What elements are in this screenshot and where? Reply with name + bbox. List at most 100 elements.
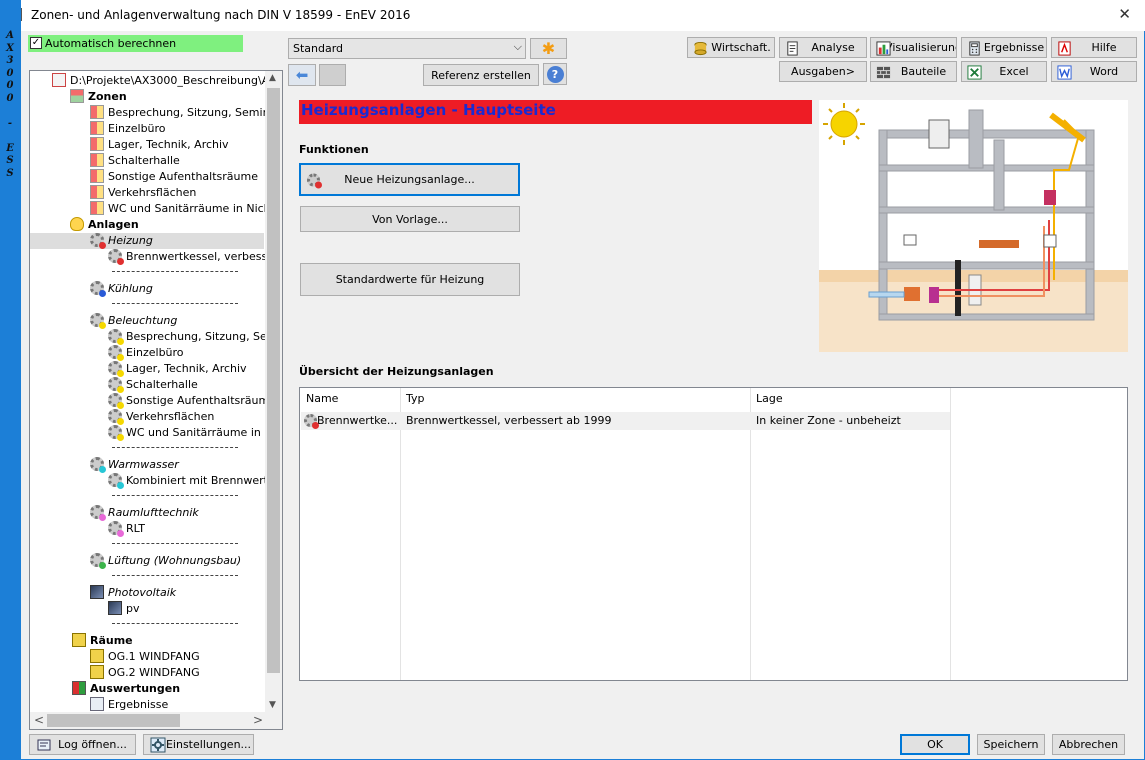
info-button[interactable]: ? [543, 63, 567, 85]
forward-button[interactable] [319, 64, 346, 86]
zone-group-icon [70, 89, 84, 103]
zone-icon [90, 105, 104, 119]
open-log-button[interactable]: Log öffnen... [29, 734, 136, 755]
profile-select[interactable]: Standard ⌵ [288, 38, 526, 59]
tree-separator [112, 543, 238, 544]
favorite-button[interactable]: ✱ [530, 38, 567, 59]
heating-gear-icon [108, 249, 124, 265]
back-button[interactable]: ⬅ [288, 64, 316, 86]
tree-node-auswertungen[interactable]: Auswertungen [72, 681, 180, 697]
tree-node-photovoltaik[interactable]: Photovoltaik [90, 585, 176, 601]
tree-node-anlagen[interactable]: Anlagen [70, 217, 139, 233]
tree-vertical-scrollbar[interactable]: ▲ ▼ [265, 71, 282, 712]
tree-item-label: Kombiniert mit Brennwertkes [126, 474, 283, 487]
solar-panel-icon [108, 601, 122, 615]
tree-item[interactable]: Lager, Technik, Archiv [108, 361, 247, 377]
tree-item[interactable]: Schalterhalle [108, 377, 198, 393]
excel-button[interactable]: Excel [961, 61, 1047, 82]
tree-item[interactable]: WC und Sanitärräume in Nichtwo [90, 201, 283, 217]
tree-node-kuehlung[interactable]: Kühlung [90, 281, 153, 297]
tree-node-raeume[interactable]: Räume [72, 633, 133, 649]
tree-item[interactable]: Sonstige Aufenthaltsräume [90, 169, 258, 185]
tree-item[interactable]: RLT [108, 521, 145, 537]
building-illustration [819, 100, 1128, 352]
tree-node-raumlufttechnik[interactable]: Raumlufttechnik [90, 505, 199, 521]
auto-calc-checkbox[interactable]: ✓ Automatisch berechnen [28, 35, 243, 52]
tree-root[interactable]: D:\Projekte\AX3000_Beschreibung\Anla [52, 73, 282, 89]
window-title: Zonen- und Anlagenverwaltung nach DIN V … [31, 8, 411, 22]
tree-item[interactable]: Sonstige Aufenthaltsräume [108, 393, 276, 409]
tree-item[interactable]: Verkehrsflächen [90, 185, 196, 201]
tree-node-lueftung[interactable]: Lüftung (Wohnungsbau) [90, 553, 241, 569]
tree-item[interactable]: pv [108, 601, 140, 617]
coins-icon [694, 41, 707, 56]
heating-gear-icon [307, 173, 322, 188]
ausgaben-button[interactable]: Ausgaben> [779, 61, 867, 82]
settings-button[interactable]: Einstellungen... [143, 734, 254, 755]
scroll-left-icon[interactable]: < [34, 713, 44, 727]
from-template-button[interactable]: Von Vorlage... [300, 206, 520, 232]
save-button[interactable]: Speichern [977, 734, 1045, 755]
visualisierung-button[interactable]: Visualisierung [870, 37, 957, 58]
tree-item[interactable]: Schalterhalle [90, 153, 180, 169]
tree-separator [112, 623, 238, 624]
tree-item-label: RLT [126, 522, 145, 535]
tree-vertical-scroll-thumb[interactable] [267, 88, 280, 673]
tree-item[interactable]: Kombiniert mit Brennwertkes [108, 473, 283, 489]
tree-item[interactable]: Einzelbüro [108, 345, 184, 361]
tree-horizontal-scroll-thumb[interactable] [47, 714, 180, 727]
defaults-heating-button[interactable]: Standardwerte für Heizung [300, 263, 520, 296]
bauteile-button[interactable]: Bauteile [870, 61, 957, 82]
close-icon[interactable]: ✕ [1118, 5, 1131, 23]
column-header-name[interactable]: Name [300, 388, 400, 410]
project-tree[interactable]: D:\Projekte\AX3000_Beschreibung\Anla Zon… [29, 70, 283, 730]
ergebnisse-label: Ergebnisse [983, 41, 1045, 54]
tree-item[interactable]: Besprechung, Sitzung, Seminar [90, 105, 281, 121]
column-header-lage[interactable]: Lage [750, 388, 950, 410]
tree-node-beleuchtung[interactable]: Beleuchtung [90, 313, 177, 329]
page-title: Heizungsanlagen - Hauptseite [301, 101, 556, 119]
tree-node-warmwasser[interactable]: Warmwasser [90, 457, 179, 473]
lighting-gear-icon [108, 393, 124, 409]
heating-overview-table[interactable]: Name Typ Lage Brennwertke... Brennwertke… [299, 387, 1128, 681]
tree-item[interactable]: Einzelbüro [90, 121, 166, 137]
ergebnisse-button[interactable]: Ergebnisse [961, 37, 1047, 58]
new-heating-button[interactable]: Neue Heizungsanlage... [299, 163, 520, 196]
ok-button[interactable]: OK [900, 734, 970, 755]
tree-horizontal-scrollbar[interactable]: < > [30, 712, 282, 729]
hilfe-button[interactable]: Hilfe [1051, 37, 1137, 58]
overview-heading: Übersicht der Heizungsanlagen [299, 365, 494, 378]
tree-item-label: Schalterhalle [126, 378, 198, 391]
cell-name-text: Brennwertke... [317, 414, 398, 427]
tree-item[interactable]: OG.1 WINDFANG [90, 649, 200, 665]
tree-item[interactable]: OG.2 WINDFANG [90, 665, 200, 681]
scroll-right-icon[interactable]: > [253, 713, 263, 727]
wirtschaft-button[interactable]: Wirtschaft. [687, 37, 775, 58]
tree-node-heizung[interactable]: Heizung [30, 233, 264, 249]
cooling-gear-icon [90, 281, 106, 297]
create-reference-button[interactable]: Referenz erstellen [423, 64, 539, 86]
tree-item[interactable]: Brennwertkessel, verbesser [108, 249, 278, 265]
lighting-gear-icon [108, 329, 124, 345]
functions-heading: Funktionen [299, 143, 369, 156]
tree-item-label: Verkehrsflächen [108, 186, 197, 199]
tree-item-label: Schalterhalle [108, 154, 180, 167]
new-heating-label: Neue Heizungsanlage... [344, 173, 475, 186]
tree-separator [112, 271, 238, 272]
tree-item-label: WC und Sanitärräume in Nichtwo [108, 202, 283, 215]
column-header-typ[interactable]: Typ [400, 388, 750, 410]
tree-item[interactable]: Ergebnisse [90, 697, 168, 713]
tree-node-label: Lüftung (Wohnungsbau) [108, 554, 242, 567]
tree-node-zonen[interactable]: Zonen [70, 89, 127, 105]
tree-item[interactable]: Lager, Technik, Archiv [90, 137, 229, 153]
word-button[interactable]: Word [1051, 61, 1137, 82]
tree-item[interactable]: Verkehrsflächen [108, 409, 214, 425]
tree-item[interactable]: Besprechung, Sitzung, Semir [108, 329, 282, 345]
scroll-down-icon[interactable]: ▼ [269, 700, 276, 710]
solar-panel-icon [90, 585, 104, 599]
star-icon: ✱ [541, 39, 556, 58]
tree-item[interactable]: WC und Sanitärräume in Nich [108, 425, 282, 441]
analyse-button[interactable]: Analyse [779, 37, 867, 58]
cancel-button[interactable]: Abbrechen [1052, 734, 1125, 755]
scroll-up-icon[interactable]: ▲ [269, 73, 276, 83]
